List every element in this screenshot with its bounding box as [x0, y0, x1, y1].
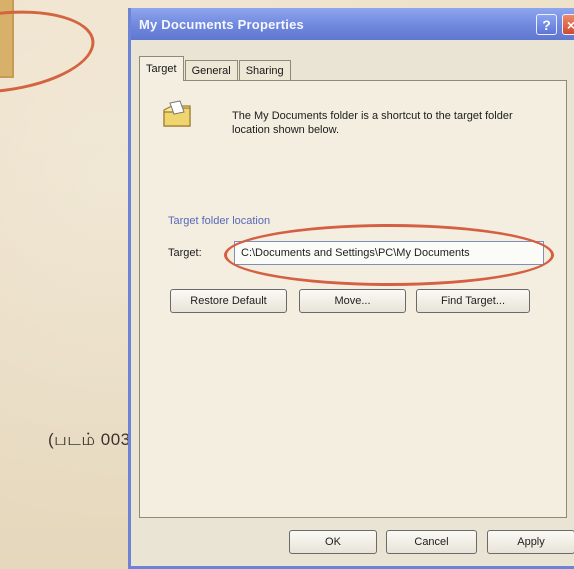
target-group-label: Target folder location — [168, 215, 271, 227]
move-button[interactable]: Move... — [299, 289, 406, 313]
target-label: Target: — [168, 247, 202, 259]
dialog-title: My Documents Properties — [139, 16, 304, 32]
close-button[interactable]: × — [562, 14, 574, 35]
target-description: The My Documents folder is a shortcut to… — [232, 110, 513, 136]
tab-sharing[interactable]: Sharing — [238, 60, 291, 81]
find-target-button[interactable]: Find Target... — [416, 289, 530, 313]
ok-button[interactable]: OK — [289, 530, 377, 554]
close-icon: × — [566, 16, 574, 33]
help-button[interactable]: ? — [536, 14, 557, 35]
apply-button[interactable]: Apply — [487, 530, 574, 554]
restore-default-button[interactable]: Restore Default — [170, 289, 287, 313]
cancel-button[interactable]: Cancel — [386, 530, 477, 554]
properties-dialog: My Documents Properties ? × Target Gener… — [128, 8, 574, 569]
figure-caption: (படம் 003) — [48, 430, 137, 449]
target-path-field[interactable]: C:\Documents and Settings\PC\My Document… — [234, 241, 544, 265]
tab-target[interactable]: Target — [139, 56, 184, 81]
target-tab-panel: The My Documents folder is a shortcut to… — [139, 80, 567, 518]
tab-general[interactable]: General — [184, 60, 238, 81]
help-icon: ? — [542, 16, 551, 33]
folder-icon — [160, 99, 194, 133]
dialog-titlebar: My Documents Properties ? × — [131, 8, 574, 40]
dialog-tabs: Target General Sharing — [139, 56, 292, 81]
